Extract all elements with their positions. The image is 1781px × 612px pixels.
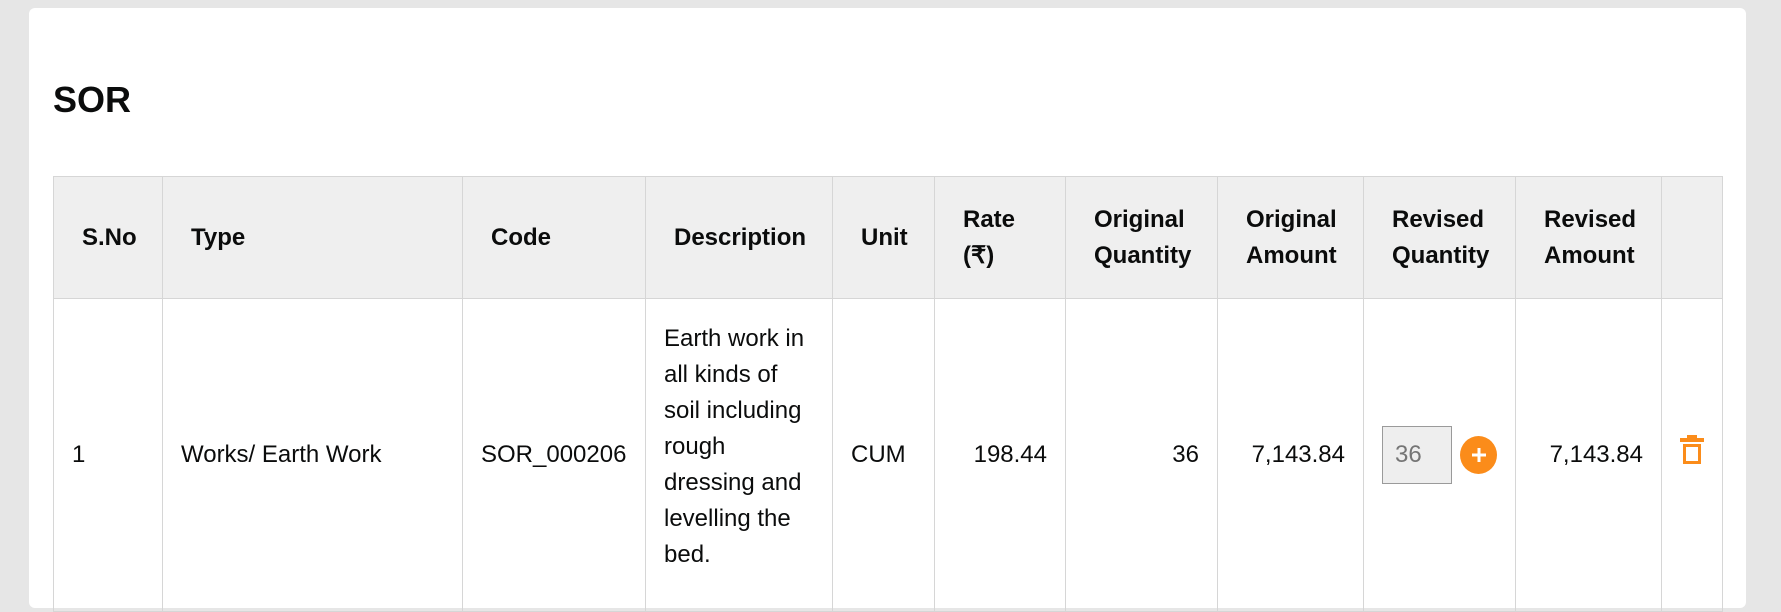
cell-rate: 198.44 [934,298,1066,612]
header-sno: S.No [53,176,163,299]
cell-unit: CUM [832,298,935,612]
revised-quantity-input[interactable] [1382,426,1452,484]
header-original-amount: Original Amount [1217,176,1364,299]
cell-revised-amount: 7,143.84 [1515,298,1662,612]
plus-icon [1471,448,1486,462]
header-revised-amount: Revised Amount [1515,176,1662,299]
header-rate: Rate (₹) [934,176,1066,299]
sor-table: S.No Type Code Description Unit Rate (₹)… [53,176,1723,612]
sor-card: SOR S.No Type Code Description Unit Rate… [29,8,1746,612]
cell-code: SOR_000206 [462,298,646,612]
cell-sno: 1 [53,298,163,612]
cell-description: Earth work in all kinds of soil includin… [645,298,833,612]
cell-type: Works/ Earth Work [162,298,463,612]
table-header-row: S.No Type Code Description Unit Rate (₹)… [53,176,1723,299]
revised-quantity-control [1382,426,1497,484]
header-description: Description [645,176,833,299]
cell-revised-quantity [1363,298,1516,612]
cell-delete [1661,298,1723,612]
cell-original-amount: 7,143.84 [1217,298,1364,612]
header-actions [1661,176,1723,299]
add-quantity-button[interactable] [1460,436,1497,474]
trash-icon [1680,434,1704,464]
header-unit: Unit [832,176,935,299]
delete-row-button[interactable] [1680,434,1704,476]
header-type: Type [162,176,463,299]
header-original-quantity: Original Quantity [1065,176,1218,299]
table-row: 1 Works/ Earth Work SOR_000206 Earth wor… [53,298,1723,612]
cell-original-quantity: 36 [1065,298,1218,612]
section-title: SOR [53,79,132,120]
header-code: Code [462,176,646,299]
header-revised-quantity: Revised Quantity [1363,176,1516,299]
